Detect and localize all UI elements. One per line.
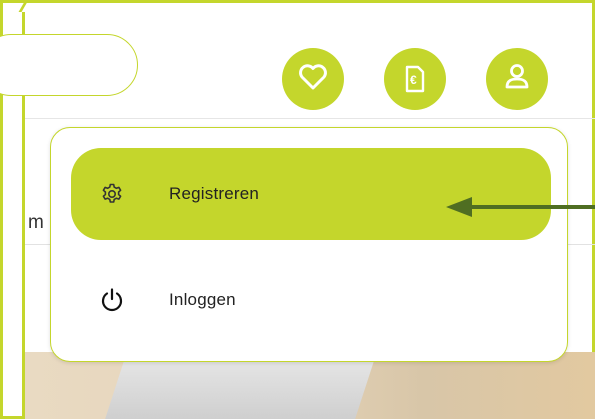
menu-item-registreren[interactable]: Registreren [71,148,551,240]
menu-item-label: Registreren [169,184,260,203]
menu-item-inloggen[interactable]: Inloggen [71,254,551,346]
account-button[interactable] [486,48,548,110]
search-input[interactable] [0,34,138,96]
invoice-button[interactable]: € [384,48,446,110]
background-text: m [28,212,44,233]
euro-symbol: € [410,73,417,87]
power-icon [97,285,127,315]
menu-item-label: Inloggen [169,290,236,309]
wishlist-button[interactable] [282,48,344,110]
header-divider [25,118,595,119]
annotation-arrow-icon [446,197,595,217]
gear-icon [97,179,127,209]
heart-icon [298,63,328,96]
invoice-euro-icon: € [404,65,426,93]
user-icon [502,62,532,97]
account-dropdown-menu: Registreren Inloggen [50,127,568,362]
hero-image-object [105,358,375,419]
